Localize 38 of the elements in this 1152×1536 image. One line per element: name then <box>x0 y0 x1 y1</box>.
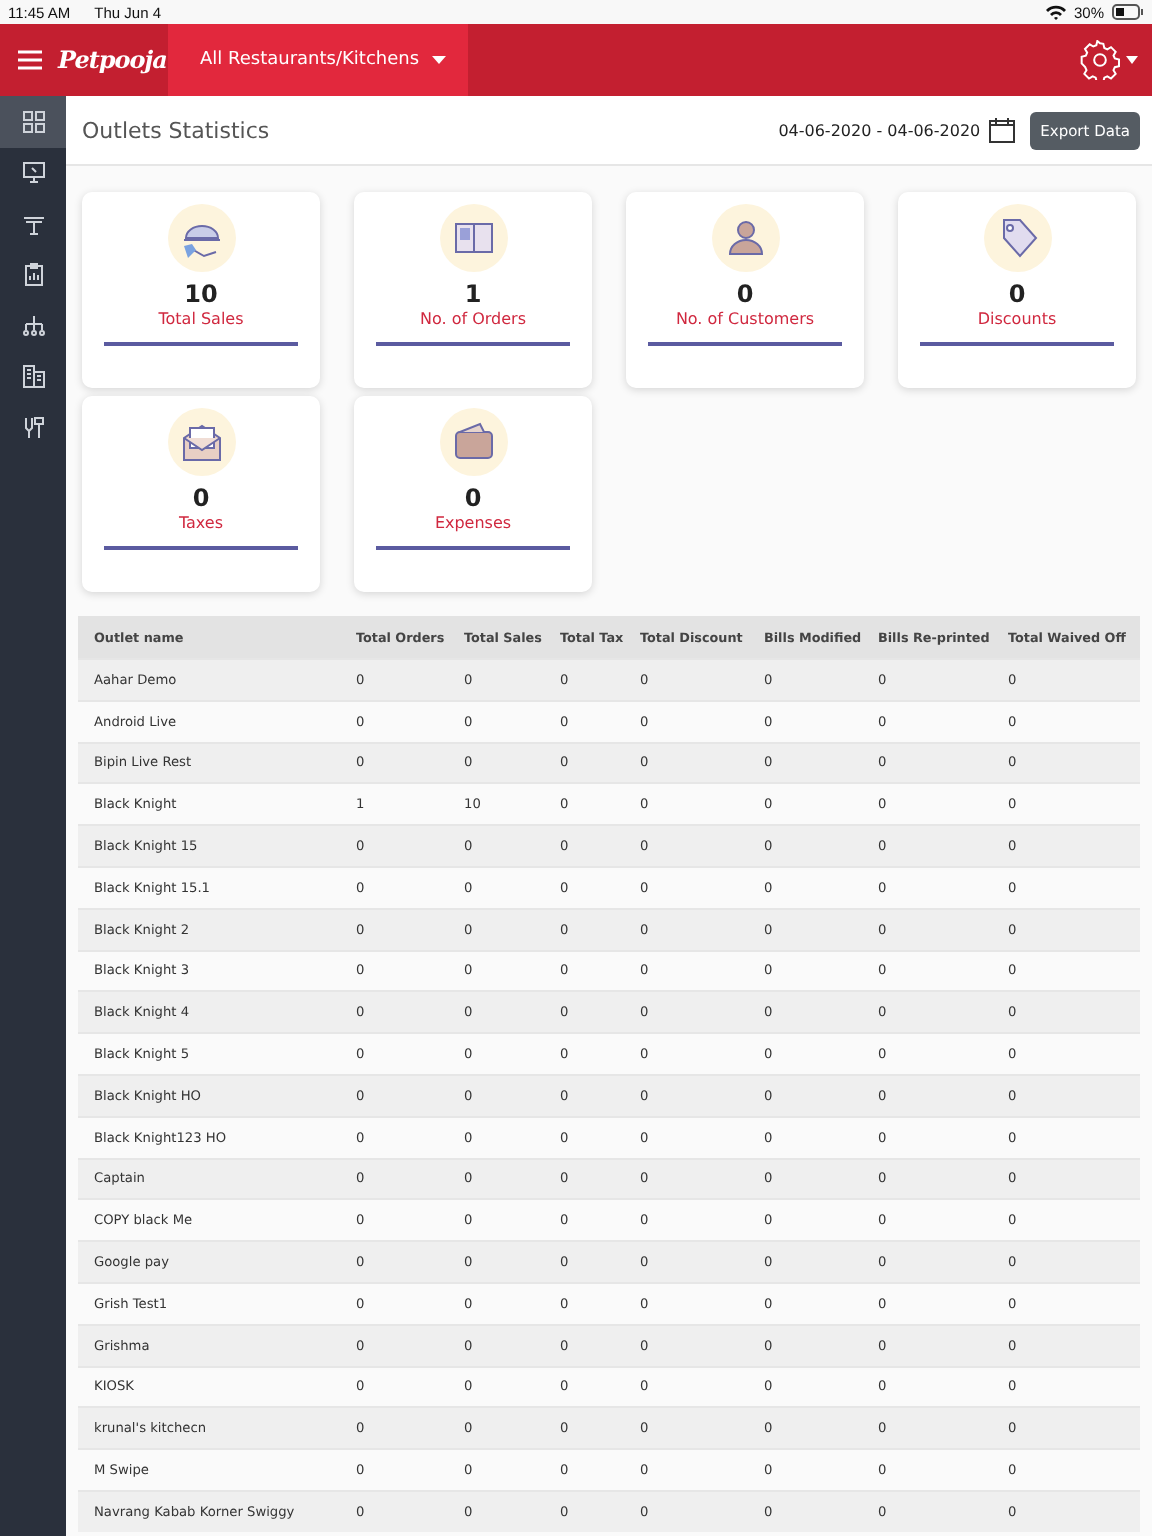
building-icon <box>21 364 45 389</box>
stat-value: 0 <box>192 484 210 512</box>
sidebar-item[interactable] <box>0 96 66 147</box>
stat-icon <box>167 204 235 272</box>
stat-icon <box>439 204 507 272</box>
date-range[interactable]: 04-06-2020 - 04-06-2020 <box>778 121 981 139</box>
stat-value: 0 <box>464 484 482 512</box>
settings-button[interactable] <box>1080 40 1138 80</box>
menu-icon[interactable] <box>18 50 42 70</box>
battery-icon <box>1112 4 1144 20</box>
monitor-icon <box>21 160 45 185</box>
caret-icon <box>431 56 446 64</box>
stat-label: Total Sales <box>158 310 244 328</box>
table-icon <box>21 211 45 236</box>
stat-icon <box>983 204 1051 272</box>
stat-icon <box>711 204 779 272</box>
clipboard-chart-icon <box>21 262 45 287</box>
page-title: Outlets Statistics <box>82 117 270 143</box>
stat-value: 0 <box>736 280 754 308</box>
tools-icon <box>21 415 45 440</box>
stat-value: 1 <box>464 280 482 308</box>
logo: Petpooja <box>58 46 167 74</box>
stat-label: No. of Orders <box>420 310 526 328</box>
calendar-icon[interactable] <box>988 116 1017 144</box>
caret-icon <box>1126 56 1138 64</box>
stat-label: Discounts <box>977 310 1057 328</box>
stat-label: Taxes <box>178 514 224 532</box>
stat-label: Expenses <box>434 514 512 532</box>
stat-icon <box>167 408 235 476</box>
gear-icon <box>1080 40 1120 80</box>
stat-value: 10 <box>184 280 218 308</box>
hierarchy-icon <box>21 313 45 338</box>
grid-icon <box>21 109 45 134</box>
stat-value: 0 <box>1008 280 1026 308</box>
stat-icon <box>439 408 507 476</box>
outlet-dropdown[interactable]: All Restaurants/Kitchens <box>168 24 468 96</box>
stat-label: No. of Customers <box>675 310 815 328</box>
wifi-icon <box>1045 4 1066 20</box>
